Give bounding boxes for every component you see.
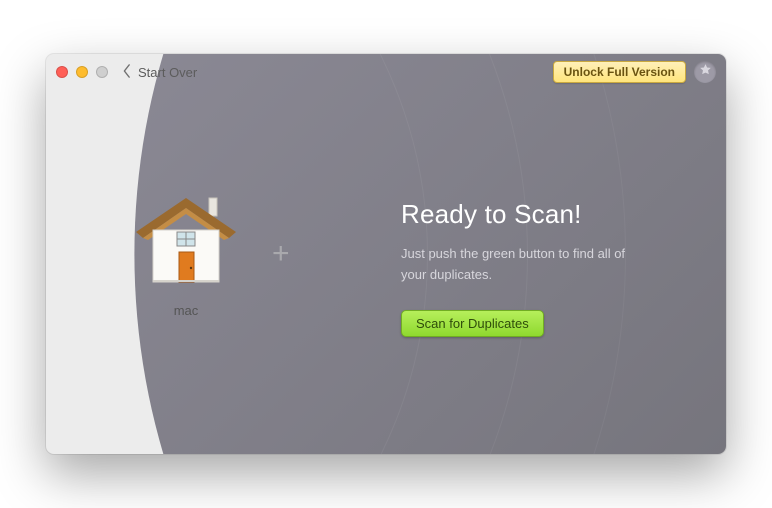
- fullscreen-window-button[interactable]: [96, 66, 108, 78]
- star-icon: [699, 63, 712, 81]
- folder-label: mac: [174, 303, 199, 318]
- start-over-button[interactable]: Start Over: [122, 64, 197, 81]
- window-controls: [56, 66, 108, 78]
- page-title: Ready to Scan!: [401, 199, 701, 230]
- close-window-button[interactable]: [56, 66, 68, 78]
- plus-icon: +: [272, 237, 290, 270]
- titlebar: Start Over Unlock Full Version: [46, 54, 726, 90]
- page-subtitle: Just push the green button to find all o…: [401, 244, 651, 286]
- chevron-left-icon: [122, 64, 132, 81]
- home-folder-icon: [131, 190, 241, 295]
- unlock-full-version-button[interactable]: Unlock Full Version: [553, 61, 686, 83]
- start-over-label: Start Over: [138, 65, 197, 80]
- favorites-button[interactable]: [694, 61, 716, 83]
- minimize-window-button[interactable]: [76, 66, 88, 78]
- scan-for-duplicates-button[interactable]: Scan for Duplicates: [401, 310, 544, 337]
- folder-item[interactable]: mac: [131, 190, 241, 318]
- app-window: Start Over Unlock Full Version: [46, 54, 726, 454]
- add-folder-button[interactable]: +: [272, 237, 290, 271]
- main-content: Ready to Scan! Just push the green butto…: [401, 199, 701, 337]
